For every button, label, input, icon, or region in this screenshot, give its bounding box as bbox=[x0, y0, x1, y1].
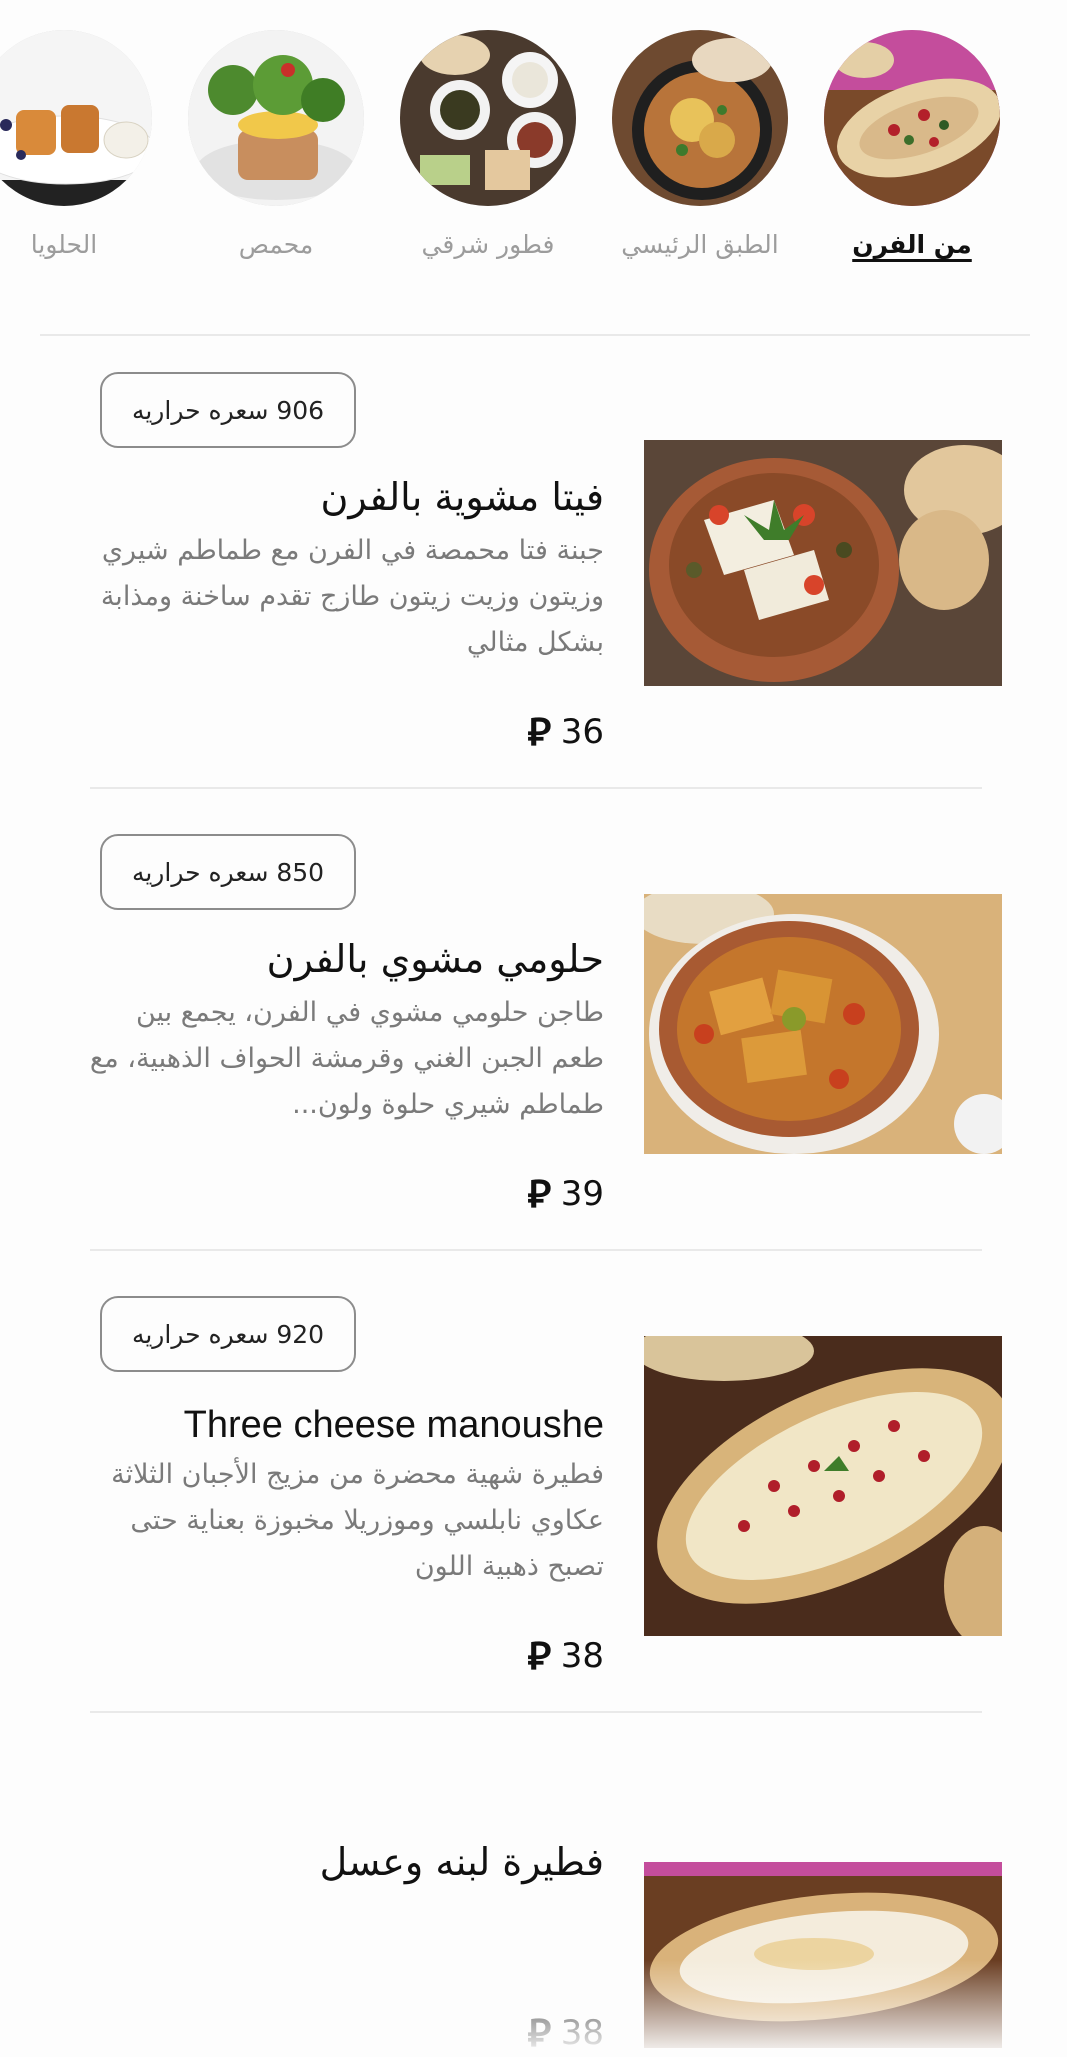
item-price: ⃁ 38 bbox=[528, 1631, 604, 1680]
menu-item-baked-halloumi[interactable]: 850 سعره حراريه حلومي مشوي بالفرن طاجن ح… bbox=[0, 834, 1067, 1249]
category-from-oven-image bbox=[824, 30, 1000, 206]
category-label: محمص bbox=[238, 230, 314, 259]
category-label: فطور شرقي bbox=[421, 230, 555, 259]
item-name: حلومي مشوي بالفرن bbox=[266, 937, 604, 981]
price-value: 38 bbox=[560, 1635, 604, 1676]
category-eastern-breakfast-image bbox=[400, 30, 576, 206]
calories-badge: 850 سعره حراريه bbox=[100, 834, 356, 910]
item-description: طاجن حلومي مشوي في الفرن، يجمع بين طعم ا… bbox=[89, 997, 604, 1120]
item-divider bbox=[90, 1249, 982, 1251]
category-sweets[interactable]: الحلويا bbox=[0, 30, 152, 259]
menu-item-three-cheese-manoushe[interactable]: 920 سعره حراريه Three cheese manoushe فط… bbox=[0, 1296, 1067, 1711]
riyal-icon: ⃁ bbox=[527, 1172, 552, 1216]
menu-item-baked-feta[interactable]: 906 سعره حراريه فيتا مشوية بالفرن جبنة ف… bbox=[0, 372, 1067, 787]
category-main-dish-image bbox=[612, 30, 788, 206]
item-name: Three cheese manoushe bbox=[183, 1404, 604, 1446]
calories-badge: 920 سعره حراريه bbox=[100, 1296, 356, 1372]
item-name: فطيرة لبنه وعسل bbox=[319, 1840, 604, 1884]
category-divider bbox=[40, 334, 1030, 336]
price-value: 39 bbox=[560, 1173, 604, 1214]
category-eastern-breakfast[interactable]: فطور شرقي bbox=[400, 30, 576, 259]
category-label: من الفرن bbox=[852, 230, 972, 259]
item-divider bbox=[90, 787, 982, 789]
item-description: فطيرة شهية محضرة من مزيج الأجبان الثلاثة… bbox=[111, 1459, 604, 1582]
item-photo[interactable] bbox=[644, 894, 1002, 1154]
category-roasted-image bbox=[188, 30, 364, 206]
category-label: الطبق الرئيسي bbox=[621, 230, 779, 259]
item-divider bbox=[90, 1711, 982, 1713]
riyal-icon: ⃁ bbox=[527, 1634, 552, 1678]
bottom-fade bbox=[0, 1960, 1067, 2048]
item-price: ⃁ 39 bbox=[528, 1169, 604, 1218]
price-value: 36 bbox=[560, 711, 604, 752]
item-description: جبنة فتا محمصة في الفرن مع طماطم شيري وز… bbox=[100, 535, 604, 658]
item-photo[interactable] bbox=[644, 440, 1002, 686]
category-from-oven[interactable]: من الفرن bbox=[824, 30, 1000, 259]
category-main-dish[interactable]: الطبق الرئيسي bbox=[612, 30, 788, 259]
category-sweets-image bbox=[0, 30, 152, 206]
item-photo[interactable] bbox=[644, 1336, 1002, 1636]
category-strip: من الفرن الطبق الرئيسي فطور شرقي محمص ال… bbox=[0, 0, 1067, 300]
category-roasted[interactable]: محمص bbox=[188, 30, 364, 259]
category-label: الحلويا bbox=[30, 230, 98, 259]
item-price: ⃁ 36 bbox=[528, 707, 604, 756]
riyal-icon: ⃁ bbox=[527, 710, 552, 754]
calories-badge: 906 سعره حراريه bbox=[100, 372, 356, 448]
item-name: فيتا مشوية بالفرن bbox=[320, 475, 605, 519]
